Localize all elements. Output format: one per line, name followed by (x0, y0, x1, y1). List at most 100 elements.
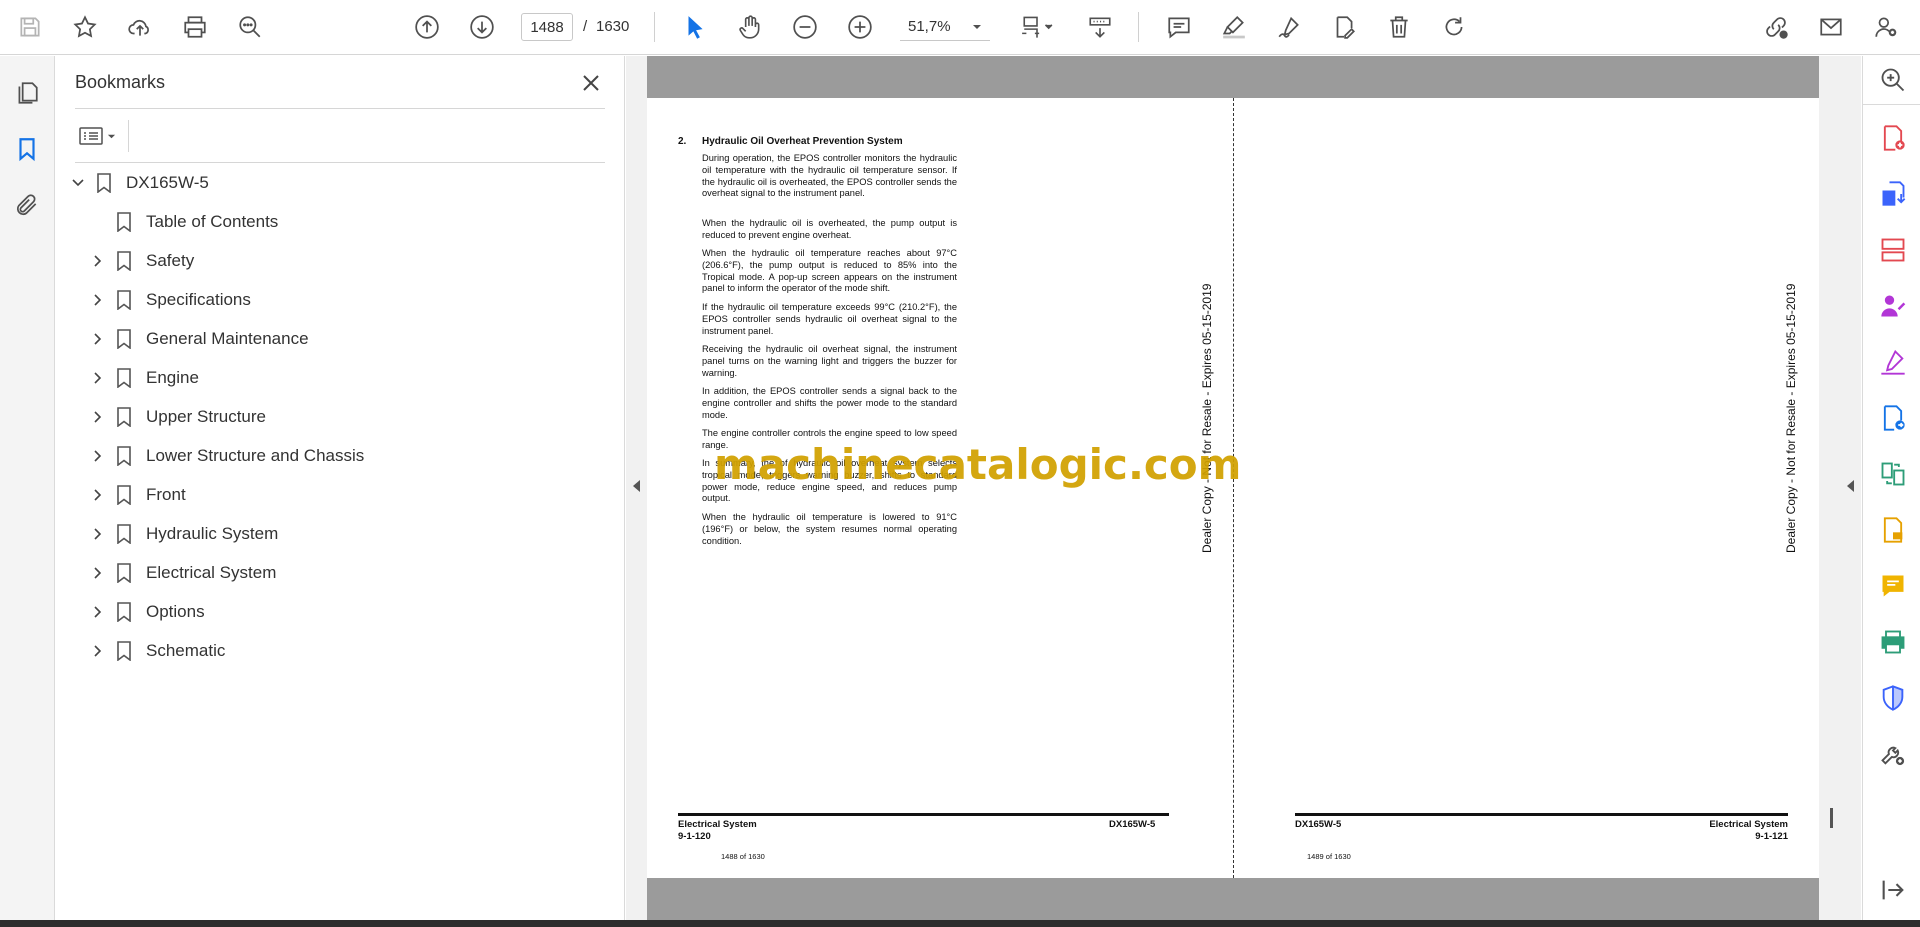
chevron-right-icon[interactable] (88, 290, 108, 310)
page-total: 1630 (596, 18, 630, 35)
bookmark-item[interactable]: Lower Structure and Chassis (88, 441, 364, 471)
share-link-icon[interactable] (1758, 9, 1794, 45)
bookmark-icon (114, 562, 134, 584)
zoom-in-icon[interactable] (842, 9, 878, 45)
save-icon[interactable] (12, 9, 48, 45)
watermark-text: machinecatalogic.com (714, 440, 1242, 489)
zoom-search-icon[interactable] (1877, 64, 1909, 96)
chevron-right-icon[interactable] (88, 641, 108, 661)
chevron-down-icon[interactable] (68, 173, 88, 193)
bookmark-label: Hydraulic System (146, 524, 279, 543)
protect-icon[interactable] (1877, 682, 1909, 714)
main-toolbar: / 1630 51,7% (0, 0, 1920, 55)
delete-icon[interactable] (1381, 9, 1417, 45)
chevron-right-icon[interactable] (88, 446, 108, 466)
comment-icon[interactable] (1161, 9, 1197, 45)
print-icon[interactable] (177, 9, 213, 45)
star-icon[interactable] (67, 9, 103, 45)
vertical-scrollbar[interactable] (1827, 56, 1841, 920)
collapse-left-panel-button[interactable] (630, 476, 644, 496)
side-notice: Dealer Copy - Not for Resale - Expires 0… (1784, 283, 1798, 553)
chevron-right-icon[interactable] (88, 368, 108, 388)
bookmark-icon (114, 367, 134, 389)
bookmark-icon (114, 523, 134, 545)
body-paragraph: Receiving the hydraulic oil overheat sig… (702, 344, 957, 378)
footer-model: DX165W-5 (1295, 819, 1342, 830)
scrollbar-thumb[interactable] (1830, 808, 1833, 828)
comment-tool-icon[interactable] (1877, 570, 1909, 602)
panel-divider (75, 108, 605, 109)
footer-section-title: Electrical System (678, 819, 757, 830)
attachment-icon[interactable] (10, 188, 44, 222)
bookmark-item[interactable]: Upper Structure (88, 402, 266, 432)
chevron-right-icon[interactable] (88, 563, 108, 583)
chevron-right-icon[interactable] (88, 485, 108, 505)
rotate-icon[interactable] (1436, 9, 1472, 45)
account-icon[interactable] (1868, 9, 1904, 45)
bookmark-item[interactable]: Schematic (88, 636, 225, 666)
scroll-mode-icon[interactable] (1082, 9, 1118, 45)
fit-page-icon[interactable] (1012, 9, 1062, 45)
zoom-dropdown[interactable]: 51,7% (900, 13, 990, 41)
bookmark-icon[interactable] (10, 132, 44, 166)
edit-text-icon[interactable] (1326, 9, 1362, 45)
bookmark-item[interactable]: Engine (88, 363, 199, 393)
collapse-right-panel-button[interactable] (1844, 476, 1858, 496)
bookmark-options-button[interactable] (75, 120, 123, 152)
bookmark-icon (114, 406, 134, 428)
bookmark-item[interactable]: Hydraulic System (88, 519, 278, 549)
pages-icon[interactable] (10, 76, 44, 110)
bookmark-item[interactable]: Table of Contents (88, 207, 278, 237)
request-signature-icon[interactable] (1877, 346, 1909, 378)
bookmark-item[interactable]: Options (88, 597, 205, 627)
close-panel-button[interactable] (576, 68, 606, 98)
more-tools-icon[interactable] (1877, 738, 1909, 770)
bookmark-root[interactable]: DX165W-5 (68, 168, 209, 198)
page-gap (647, 878, 1819, 920)
hand-icon[interactable] (732, 9, 768, 45)
chevron-right-icon[interactable] (88, 602, 108, 622)
find-icon[interactable] (232, 9, 268, 45)
chevron-right-icon[interactable] (88, 251, 108, 271)
bookmark-item[interactable]: Specifications (88, 285, 251, 315)
chevron-right-icon[interactable] (88, 329, 108, 349)
chevron-down-icon (973, 24, 981, 29)
sign-icon[interactable] (1271, 9, 1307, 45)
send-track-icon[interactable] (1877, 402, 1909, 434)
compare-files-icon[interactable] (1877, 458, 1909, 490)
footer-rule (1295, 813, 1788, 816)
chevron-left-icon (1847, 480, 1854, 492)
bookmark-item[interactable]: Electrical System (88, 558, 276, 588)
edit-pdf-icon[interactable] (1877, 514, 1909, 546)
upload-cloud-icon[interactable] (122, 9, 158, 45)
bookmark-item[interactable]: Front (88, 480, 186, 510)
export-pdf-icon[interactable] (1877, 178, 1909, 210)
bookmark-label: Options (146, 602, 205, 621)
chevron-right-icon[interactable] (88, 407, 108, 427)
zoom-out-icon[interactable] (787, 9, 823, 45)
page-number-input[interactable] (521, 13, 573, 41)
expand-panel-icon[interactable] (1877, 874, 1909, 906)
bookmark-icon (114, 601, 134, 623)
print-production-icon[interactable] (1877, 626, 1909, 658)
page-up-icon[interactable] (409, 9, 445, 45)
fill-sign-icon[interactable] (1877, 290, 1909, 322)
bookmark-item[interactable]: Safety (88, 246, 194, 276)
page-counter: 1488 of 1630 (721, 852, 765, 861)
chevron-right-icon[interactable] (88, 524, 108, 544)
bookmark-item[interactable]: General Maintenance (88, 324, 309, 354)
organize-pages-icon[interactable] (1877, 234, 1909, 266)
bookmark-icon (94, 172, 114, 194)
bookmark-icon (114, 484, 134, 506)
create-pdf-icon[interactable] (1877, 122, 1909, 154)
page-down-icon[interactable] (464, 9, 500, 45)
footer-model: DX165W-5 (1109, 819, 1156, 830)
body-paragraph: If the hydraulic oil temperature exceeds… (702, 302, 957, 336)
highlight-icon[interactable] (1216, 9, 1252, 45)
footer-page-number: 9-1-121 (1755, 831, 1788, 842)
email-icon[interactable] (1813, 9, 1849, 45)
bookmark-icon (114, 211, 134, 233)
bookmark-icon (114, 289, 134, 311)
select-cursor-icon[interactable] (677, 9, 713, 45)
rail-divider (1863, 104, 1920, 105)
